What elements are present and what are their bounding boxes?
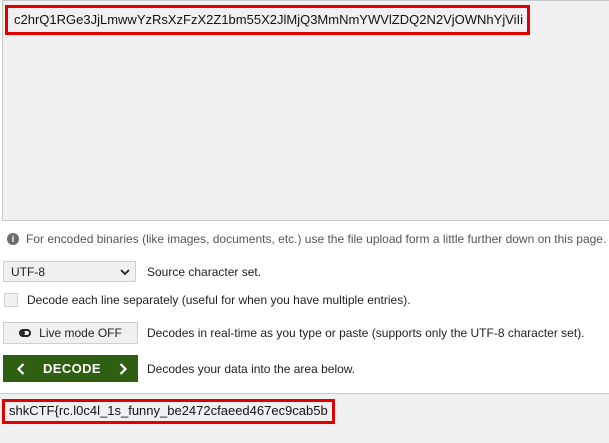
decode-each-line-label[interactable]: Decode each line separately (useful for …: [27, 293, 411, 307]
chevron-left-icon: [16, 362, 25, 375]
charset-selected-value: UTF-8: [11, 264, 45, 279]
live-mode-button-label: Live mode OFF: [39, 326, 122, 340]
toggle-off-icon: [19, 329, 32, 337]
result-text-value: shkCTF{rc.l0c4l_1s_funny_be2472cfaeed467…: [9, 403, 328, 418]
info-note-text: For encoded binaries (like images, docum…: [26, 232, 607, 246]
live-mode-description: Decodes in real-time as you type or past…: [147, 326, 585, 340]
decode-each-line-row: Decode each line separately (useful for …: [3, 293, 411, 307]
result-textarea[interactable]: shkCTF{rc.l0c4l_1s_funny_be2472cfaeed467…: [0, 393, 609, 443]
decode-button-label: DECODE: [42, 361, 102, 376]
info-note: i For encoded binaries (like images, doc…: [7, 231, 606, 247]
chevron-right-icon: [119, 362, 128, 375]
live-mode-row: Live mode OFF Decodes in real-time as yo…: [3, 322, 585, 344]
decode-each-line-checkbox[interactable]: [4, 293, 18, 307]
decoder-page: c2hrQ1RGe3JjLmwwYzRsXzFzX2Z1bm55X2JlMjQ3…: [0, 0, 609, 443]
source-text-highlight: c2hrQ1RGe3JjLmwwYzRsXzFzX2Z1bm55X2JlMjQ3…: [5, 5, 531, 35]
charset-label: Source character set.: [147, 264, 262, 279]
charset-select[interactable]: UTF-8: [3, 261, 136, 282]
source-textarea[interactable]: c2hrQ1RGe3JjLmwwYzRsXzFzX2Z1bm55X2JlMjQ3…: [2, 0, 609, 221]
decode-row: DECODE Decodes your data into the area b…: [3, 355, 355, 382]
chevron-down-icon: [120, 267, 130, 277]
decode-button[interactable]: DECODE: [3, 355, 138, 382]
live-mode-button[interactable]: Live mode OFF: [3, 322, 138, 344]
source-text-value: c2hrQ1RGe3JjLmwwYzRsXzFzX2Z1bm55X2JlMjQ3…: [14, 12, 524, 27]
decode-description: Decodes your data into the area below.: [147, 361, 356, 376]
info-icon: i: [7, 233, 19, 245]
result-text-highlight: shkCTF{rc.l0c4l_1s_funny_be2472cfaeed467…: [2, 399, 335, 424]
charset-row: UTF-8 Source character set.: [3, 261, 261, 282]
